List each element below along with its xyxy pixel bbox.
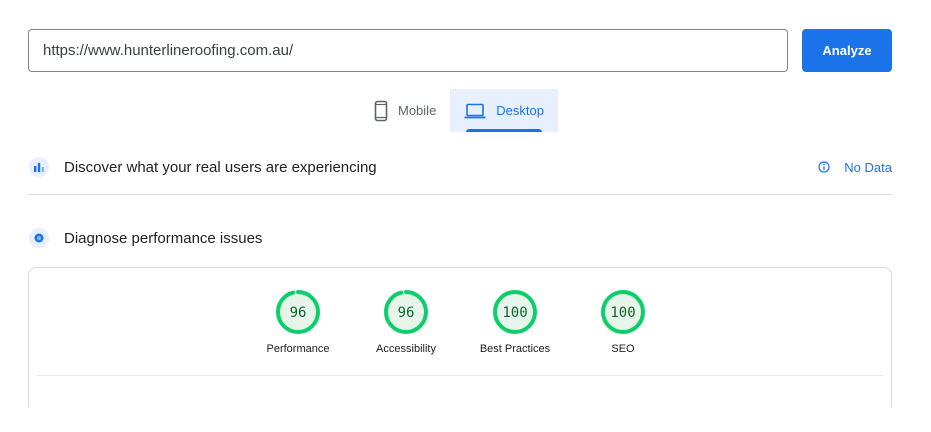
score-value: 96 [398,305,415,321]
gauge-label: Best Practices [479,343,551,355]
tab-mobile[interactable]: Mobile [360,89,450,132]
gauge-seo[interactable]: 100 SEO [568,289,678,355]
gauge-ring: 96 [384,290,428,334]
laptop-icon [464,103,486,119]
smartphone-icon [374,100,388,122]
lighthouse-icon [28,227,50,249]
gauge-ring: 100 [493,290,537,334]
field-data-title: Discover what your real users are experi… [64,158,377,176]
url-input[interactable] [28,29,788,72]
score-value: 100 [502,305,527,321]
gauge-performance[interactable]: 96 Performance [243,289,353,355]
active-tab-indicator [466,129,542,132]
info-icon [818,161,830,173]
tab-desktop[interactable]: Desktop [450,89,558,132]
crux-users-icon [28,156,50,178]
field-data-header: Discover what your real users are experi… [28,155,892,179]
lab-data-title: Diagnose performance issues [64,229,263,247]
tab-mobile-label: Mobile [398,103,437,118]
gauge-ring: 96 [276,290,320,334]
gauge-label: Performance [266,343,330,355]
analyze-button[interactable]: Analyze [802,29,892,72]
device-tabs: Mobile Desktop [360,89,558,132]
tab-desktop-label: Desktop [496,103,544,118]
no-data-link[interactable]: No Data [818,160,892,175]
gauge-label: Accessibility [376,343,436,355]
card-divider [37,375,883,376]
score-card: 96 Performance 96 Accessibility 100 Best… [28,267,892,407]
lab-data-header: Diagnose performance issues [28,226,892,250]
section-divider [28,194,892,195]
score-value: 96 [290,305,307,321]
gauge-label: SEO [611,343,635,355]
no-data-label: No Data [844,159,892,175]
gauge-accessibility[interactable]: 96 Accessibility [351,289,461,355]
gauge-ring: 100 [601,290,645,334]
gauge-best-practices[interactable]: 100 Best Practices [460,289,570,355]
score-value: 100 [610,305,635,321]
